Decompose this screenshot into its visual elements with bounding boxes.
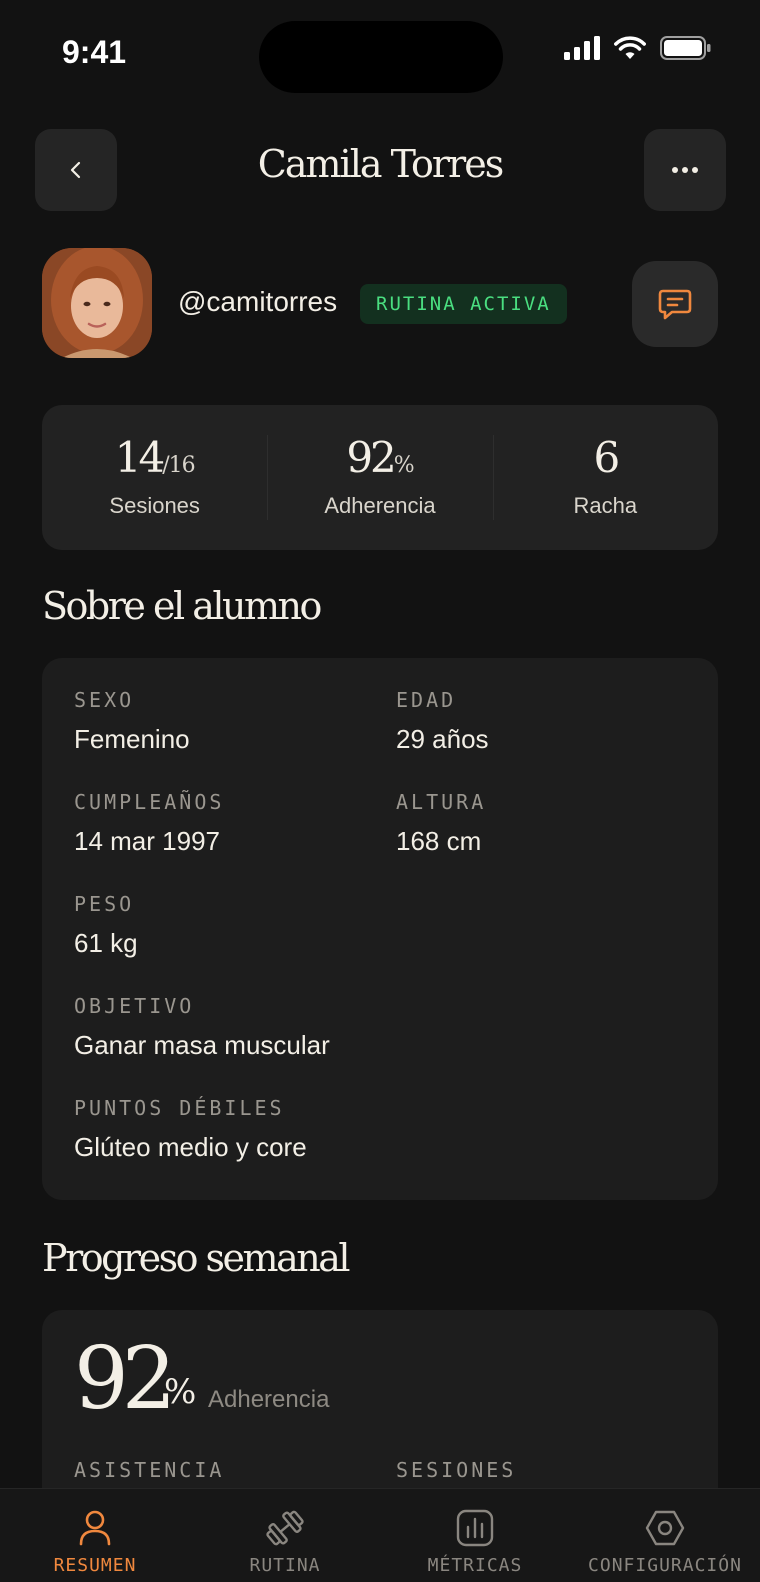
stat-value: 14 <box>114 432 165 482</box>
field-value: Femenino <box>74 724 190 754</box>
field-objetivo: OBJETIVO Ganar masa muscular <box>74 994 330 1061</box>
dumbbell-icon <box>266 1510 304 1546</box>
more-options-button[interactable] <box>644 129 726 211</box>
cellular-signal-icon <box>564 36 600 60</box>
status-icons <box>564 36 712 60</box>
field-label: CUMPLEAÑOS <box>74 790 225 814</box>
username: @camitorres <box>178 286 338 317</box>
field-value: 14 mar 1997 <box>74 826 220 856</box>
stat-label: Racha <box>573 492 638 518</box>
field-label: PUNTOS DÉBILES <box>74 1096 285 1120</box>
stat-value: 6 <box>593 432 620 482</box>
field-value: 61 kg <box>74 928 138 958</box>
field-label: OBJETIVO <box>74 994 195 1018</box>
settings-icon <box>645 1510 685 1546</box>
more-horizontal-icon <box>672 167 698 173</box>
battery-icon <box>660 36 711 60</box>
stat-value: 92 <box>346 432 396 482</box>
message-button[interactable] <box>632 261 718 347</box>
field-cumpleanos: CUMPLEAÑOS 14 mar 1997 <box>74 790 224 857</box>
field-peso: PESO 61 kg <box>74 892 138 959</box>
stat-value-row: 92% <box>346 436 415 479</box>
stat-racha: 6 Racha <box>492 405 718 550</box>
field-value: 168 cm <box>396 826 482 856</box>
field-label: ALTURA <box>396 790 487 814</box>
avatar-portrait <box>42 248 152 358</box>
field-value: Glúteo medio y core <box>74 1132 307 1162</box>
field-sexo: SEXO Femenino <box>74 688 190 755</box>
progress-col-asistencia: ASISTENCIA <box>74 1458 225 1482</box>
field-value: 29 años <box>396 724 489 754</box>
stat-suffix: % <box>393 452 415 478</box>
progress-col-sesiones: SESIONES <box>396 1458 517 1482</box>
field-label: PESO <box>74 892 135 916</box>
dynamic-island <box>259 21 503 93</box>
tab-bar: RESUMEN RUTINA MÉTRICAS CONFIGURACIÓN <box>0 1488 760 1582</box>
tab-label: RUTINA <box>249 1555 321 1576</box>
tab-resumen[interactable]: RESUMEN <box>0 1489 190 1582</box>
field-altura: ALTURA 168 cm <box>396 790 486 857</box>
stats-card: 14/16 Sesiones 92% Adherencia 6 Racha <box>42 405 718 550</box>
tab-metricas[interactable]: MÉTRICAS <box>380 1489 570 1582</box>
tab-configuracion[interactable]: CONFIGURACIÓN <box>570 1489 760 1582</box>
tab-label: CONFIGURACIÓN <box>588 1555 742 1576</box>
progress-label: Adherencia <box>208 1386 330 1413</box>
stat-value-row: 14/16 <box>115 436 196 479</box>
status-time: 9:41 <box>62 34 127 70</box>
status-bar: 9:41 <box>0 0 760 100</box>
field-label: SEXO <box>74 688 135 712</box>
stat-label: Sesiones <box>109 492 200 518</box>
status-badge: RUTINA ACTIVA <box>360 284 567 324</box>
tab-label: MÉTRICAS <box>427 1555 523 1576</box>
progress-value: 92 <box>74 1329 176 1429</box>
stat-suffix: /16 <box>162 452 195 478</box>
stat-adherencia: 92% Adherencia <box>267 405 492 550</box>
bar-chart-icon <box>456 1509 494 1547</box>
chat-icon <box>658 289 692 320</box>
tab-rutina[interactable]: RUTINA <box>190 1489 380 1582</box>
user-icon <box>79 1510 111 1546</box>
page-title: Camila Torres <box>257 142 504 186</box>
tab-label: RESUMEN <box>53 1555 137 1576</box>
progress-suffix: % <box>164 1372 197 1412</box>
stat-value-row: 6 <box>593 436 620 479</box>
wifi-icon <box>614 36 646 59</box>
chevron-left-icon <box>70 161 81 179</box>
back-button[interactable] <box>35 129 117 211</box>
field-puntos-debiles: PUNTOS DÉBILES Glúteo medio y core <box>74 1096 307 1163</box>
field-label: EDAD <box>396 688 457 712</box>
field-value: Ganar masa muscular <box>74 1030 330 1060</box>
stat-label: Adherencia <box>324 492 436 518</box>
section-title-about: Sobre el alumno <box>42 584 322 628</box>
about-card: SEXO Femenino EDAD 29 años CUMPLEAÑOS 14… <box>42 658 718 1200</box>
avatar <box>42 248 152 358</box>
section-title-progress: Progreso semanal <box>42 1236 351 1280</box>
stat-sesiones: 14/16 Sesiones <box>42 405 267 550</box>
field-edad: EDAD 29 años <box>396 688 489 755</box>
